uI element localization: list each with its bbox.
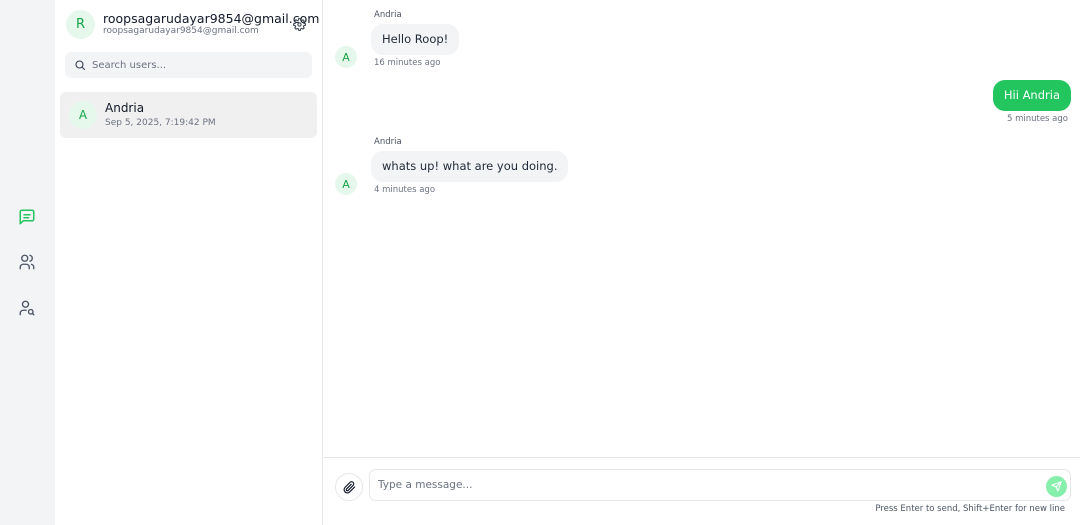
settings-button[interactable] (291, 16, 307, 32)
contact-item[interactable]: A Andria Sep 5, 2025, 7:19:42 PM (60, 92, 317, 138)
send-button[interactable] (1046, 476, 1067, 497)
message-bubble-incoming: whats up! what are you doing. (371, 151, 569, 182)
composer-hint: Press Enter to send, Shift+Enter for new… (875, 504, 1065, 514)
message-time: 16 minutes ago (374, 58, 441, 68)
message-input[interactable] (378, 470, 1028, 500)
message-bubble-outgoing: Hii Andria (992, 80, 1071, 111)
message-square-icon (19, 209, 35, 225)
message-input-wrapper (369, 469, 1071, 501)
current-user-avatar: R (66, 10, 95, 39)
message-avatar: A (335, 46, 357, 68)
contact-avatar: A (69, 101, 97, 129)
contact-name: Andria (105, 101, 145, 115)
message-avatar: A (335, 173, 357, 195)
attach-button[interactable] (335, 473, 363, 501)
message-sender: Andria (374, 137, 402, 147)
gear-icon (292, 17, 306, 31)
search-input[interactable] (92, 59, 292, 71)
search-box (65, 52, 312, 78)
sidebar: R roopsagarudayar9854@gmail.com roopsaga… (55, 0, 323, 525)
search-icon (75, 60, 86, 71)
send-icon (1051, 481, 1062, 492)
user-search-icon (19, 300, 35, 316)
contacts-nav-button[interactable] (15, 250, 39, 274)
users-icon (19, 254, 35, 270)
chat-panel: Andria A Hello Roop! 16 minutes ago Hii … (324, 0, 1080, 525)
message-bubble-incoming: Hello Roop! (371, 24, 460, 55)
message-time: 4 minutes ago (374, 185, 436, 195)
current-user-email: roopsagarudayar9854@gmail.com (103, 26, 259, 36)
message-time: 5 minutes ago (1006, 114, 1068, 124)
message-sender: Andria (374, 10, 402, 20)
icon-rail (0, 0, 55, 525)
paperclip-icon (343, 480, 355, 493)
current-user-name: roopsagarudayar9854@gmail.com (103, 11, 320, 26)
find-user-nav-button[interactable] (15, 296, 39, 320)
chats-nav-button[interactable] (15, 205, 39, 229)
message-composer: Press Enter to send, Shift+Enter for new… (324, 457, 1080, 525)
contact-timestamp: Sep 5, 2025, 7:19:42 PM (105, 118, 216, 128)
